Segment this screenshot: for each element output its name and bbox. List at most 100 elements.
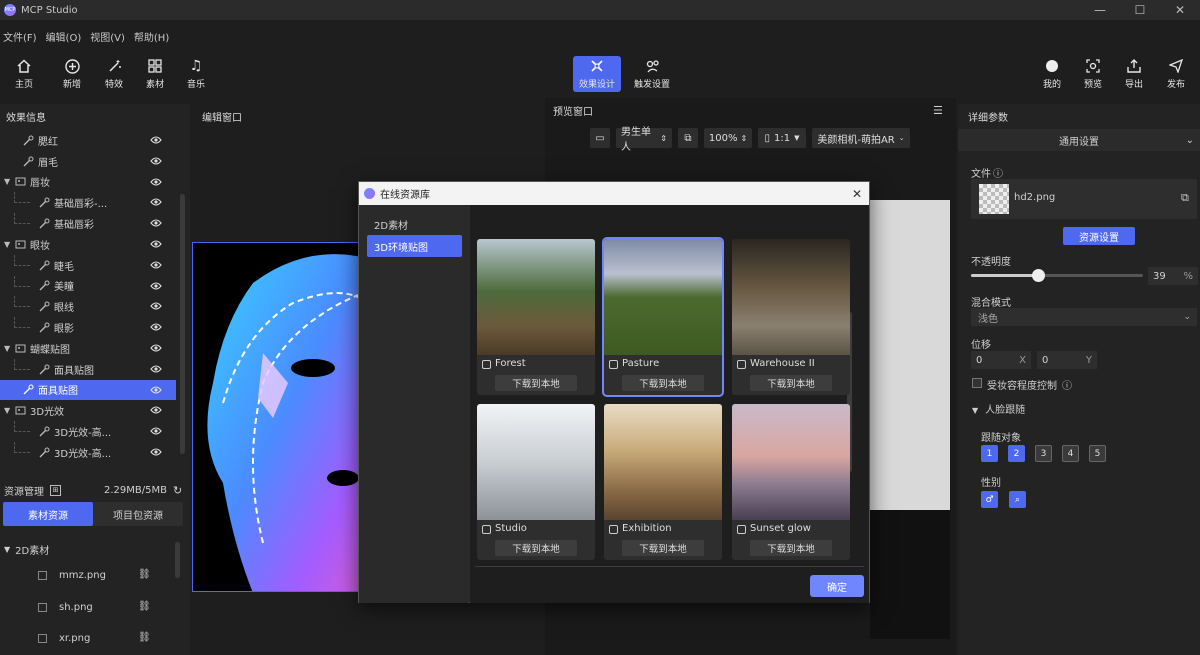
gender-select[interactable]: 男生单人 ⇕	[616, 127, 672, 153]
tree-scrollbar[interactable]	[180, 194, 185, 454]
export-button[interactable]: 导出	[1114, 58, 1154, 94]
chevron-down-icon[interactable]: ▼	[4, 406, 12, 415]
zoom-select[interactable]: 100% ⇕	[704, 128, 752, 148]
eye-icon[interactable]	[150, 239, 162, 249]
tab-material-resources[interactable]: 素材资源	[3, 502, 93, 526]
help-icon[interactable]: ⓘ	[1062, 381, 1072, 392]
env-map-card[interactable]: Warehouse II 下载到本地	[732, 239, 850, 395]
home-button[interactable]: 主页	[4, 58, 44, 94]
tree-item-row[interactable]: 眉毛	[0, 151, 176, 172]
tree-item-row[interactable]: 面具贴图	[0, 379, 176, 401]
download-button[interactable]: 下载到本地	[495, 540, 577, 556]
resource-group-2d[interactable]: ▼ 2D素材	[4, 542, 49, 557]
eye-icon[interactable]	[150, 447, 162, 457]
env-map-card[interactable]: Studio 下载到本地	[477, 404, 595, 560]
eye-icon[interactable]	[150, 301, 162, 311]
download-button[interactable]: 下载到本地	[495, 375, 577, 391]
eye-icon[interactable]	[150, 281, 162, 291]
section-general-settings[interactable]: 通用设置 ⌄	[958, 129, 1200, 151]
eye-icon[interactable]	[150, 177, 162, 187]
track-target-3-button[interactable]: 3	[1035, 445, 1052, 462]
chevron-down-icon[interactable]: ▼	[4, 344, 12, 353]
tree-item-row[interactable]: 睫毛	[0, 254, 176, 276]
dialog-tab-3d-env[interactable]: 3D环境贴图	[367, 235, 462, 257]
resource-file-row[interactable]: xr.png ⛓	[38, 628, 158, 648]
env-map-card[interactable]: Exhibition 下载到本地	[604, 404, 722, 560]
assets-button[interactable]: 素材	[135, 58, 175, 94]
add-button[interactable]: 新增	[52, 58, 92, 94]
tree-item-row[interactable]: 3D光效-高...	[0, 441, 176, 463]
resource-info-icon[interactable]: ⊞	[50, 484, 61, 496]
link-icon[interactable]: ⛓	[138, 632, 151, 643]
file-box[interactable]: hd2.png ⧉	[971, 179, 1197, 219]
env-map-card[interactable]: Sunset glow 下载到本地	[732, 404, 850, 560]
track-target-2-button[interactable]: 2	[1008, 445, 1025, 462]
resource-scrollbar[interactable]	[175, 542, 180, 578]
eye-icon[interactable]	[150, 343, 162, 353]
chevron-down-icon[interactable]: ▼	[4, 177, 12, 186]
opacity-slider-track[interactable]	[971, 269, 1143, 282]
menu-help[interactable]: 帮助(H)	[134, 29, 169, 44]
settings-sliders-icon[interactable]: ☰	[933, 104, 943, 117]
env-map-card[interactable]: Forest 下载到本地	[477, 239, 595, 395]
resource-file-row[interactable]: mmz.png ⛓	[38, 565, 158, 585]
env-map-card[interactable]: Pasture 下载到本地	[602, 237, 724, 397]
ratio-select[interactable]: ▯ 1:1 ▼	[758, 128, 806, 148]
track-target-1-button[interactable]: 1	[981, 445, 998, 462]
camera-app-select[interactable]: 美颜相机-萌拍AR ⌄	[812, 128, 910, 148]
eye-icon[interactable]	[150, 405, 162, 415]
tree-item-row[interactable]: 面具贴图	[0, 358, 176, 380]
makeup-control-checkbox[interactable]	[972, 378, 982, 388]
track-target-5-button[interactable]: 5	[1089, 445, 1106, 462]
position-y-input[interactable]: 0Y	[1037, 351, 1097, 369]
link-icon[interactable]: ⛓	[138, 569, 151, 580]
tree-item-row[interactable]: 腮红	[0, 130, 176, 151]
tree-group-row[interactable]: ▼ 3D光效	[0, 400, 176, 421]
tree-item-row[interactable]: 基础唇彩	[0, 213, 176, 234]
trigger-settings-button[interactable]: 触发设置	[630, 58, 674, 94]
menu-edit[interactable]: 编辑(O)	[46, 29, 82, 44]
tree-item-row[interactable]: 3D光效-高...	[0, 421, 176, 442]
eye-icon[interactable]	[150, 322, 162, 332]
dialog-tab-2d[interactable]: 2D素材	[367, 213, 462, 235]
minimize-icon[interactable]: —	[1080, 0, 1120, 20]
effect-design-button[interactable]: 效果设计	[573, 56, 621, 92]
tab-package-resources[interactable]: 项目包资源	[93, 502, 183, 526]
link-icon[interactable]: ⛓	[138, 601, 151, 612]
download-button[interactable]: 下载到本地	[750, 375, 832, 391]
tree-item-row[interactable]: 眼线	[0, 296, 176, 317]
close-icon[interactable]: ✕	[852, 187, 862, 201]
preview-button[interactable]: 预览	[1073, 58, 1113, 94]
confirm-button[interactable]: 确定	[810, 575, 864, 597]
tree-item-row[interactable]: 基础唇彩-...	[0, 192, 176, 213]
publish-button[interactable]: 发布	[1156, 58, 1196, 94]
eye-icon[interactable]	[150, 426, 162, 436]
profile-button[interactable]: 我的	[1032, 58, 1072, 94]
tree-item-row[interactable]: 眼影	[0, 317, 176, 338]
eye-icon[interactable]	[150, 364, 162, 374]
eye-icon[interactable]	[150, 260, 162, 270]
music-button[interactable]: ♫ 音乐	[176, 58, 216, 94]
close-window-icon[interactable]: ✕	[1160, 0, 1200, 20]
eye-icon[interactable]	[150, 218, 162, 228]
blend-mode-select[interactable]: 浅色 ⌄	[971, 308, 1197, 326]
face-track-toggle[interactable]: ▼ 人脸跟随	[972, 401, 1025, 416]
menu-file[interactable]: 文件(F)	[3, 29, 37, 44]
eye-icon[interactable]	[150, 197, 162, 207]
tree-group-row[interactable]: ▼ 眼妆	[0, 234, 176, 255]
resource-file-row[interactable]: sh.png ⛓	[38, 597, 158, 617]
position-x-input[interactable]: 0X	[971, 351, 1031, 369]
menu-view[interactable]: 视图(V)	[90, 29, 125, 44]
tree-group-row[interactable]: ▼ 唇妆	[0, 172, 176, 193]
maximize-icon[interactable]: ☐	[1120, 0, 1160, 20]
tree-group-row[interactable]: ▼ 蝴蝶贴图	[0, 338, 176, 359]
download-button[interactable]: 下载到本地	[622, 375, 704, 391]
opacity-slider-thumb[interactable]	[1032, 269, 1046, 282]
resource-settings-button[interactable]: 资源设置	[1063, 227, 1135, 245]
gender-search-button[interactable]: ⌕	[1009, 491, 1026, 508]
effects-button[interactable]: 特效	[94, 58, 134, 94]
copy-button[interactable]: ⧉	[678, 128, 698, 148]
chevron-down-icon[interactable]: ▼	[4, 240, 12, 249]
tree-item-row[interactable]: 美瞳	[0, 275, 176, 297]
track-target-4-button[interactable]: 4	[1062, 445, 1079, 462]
